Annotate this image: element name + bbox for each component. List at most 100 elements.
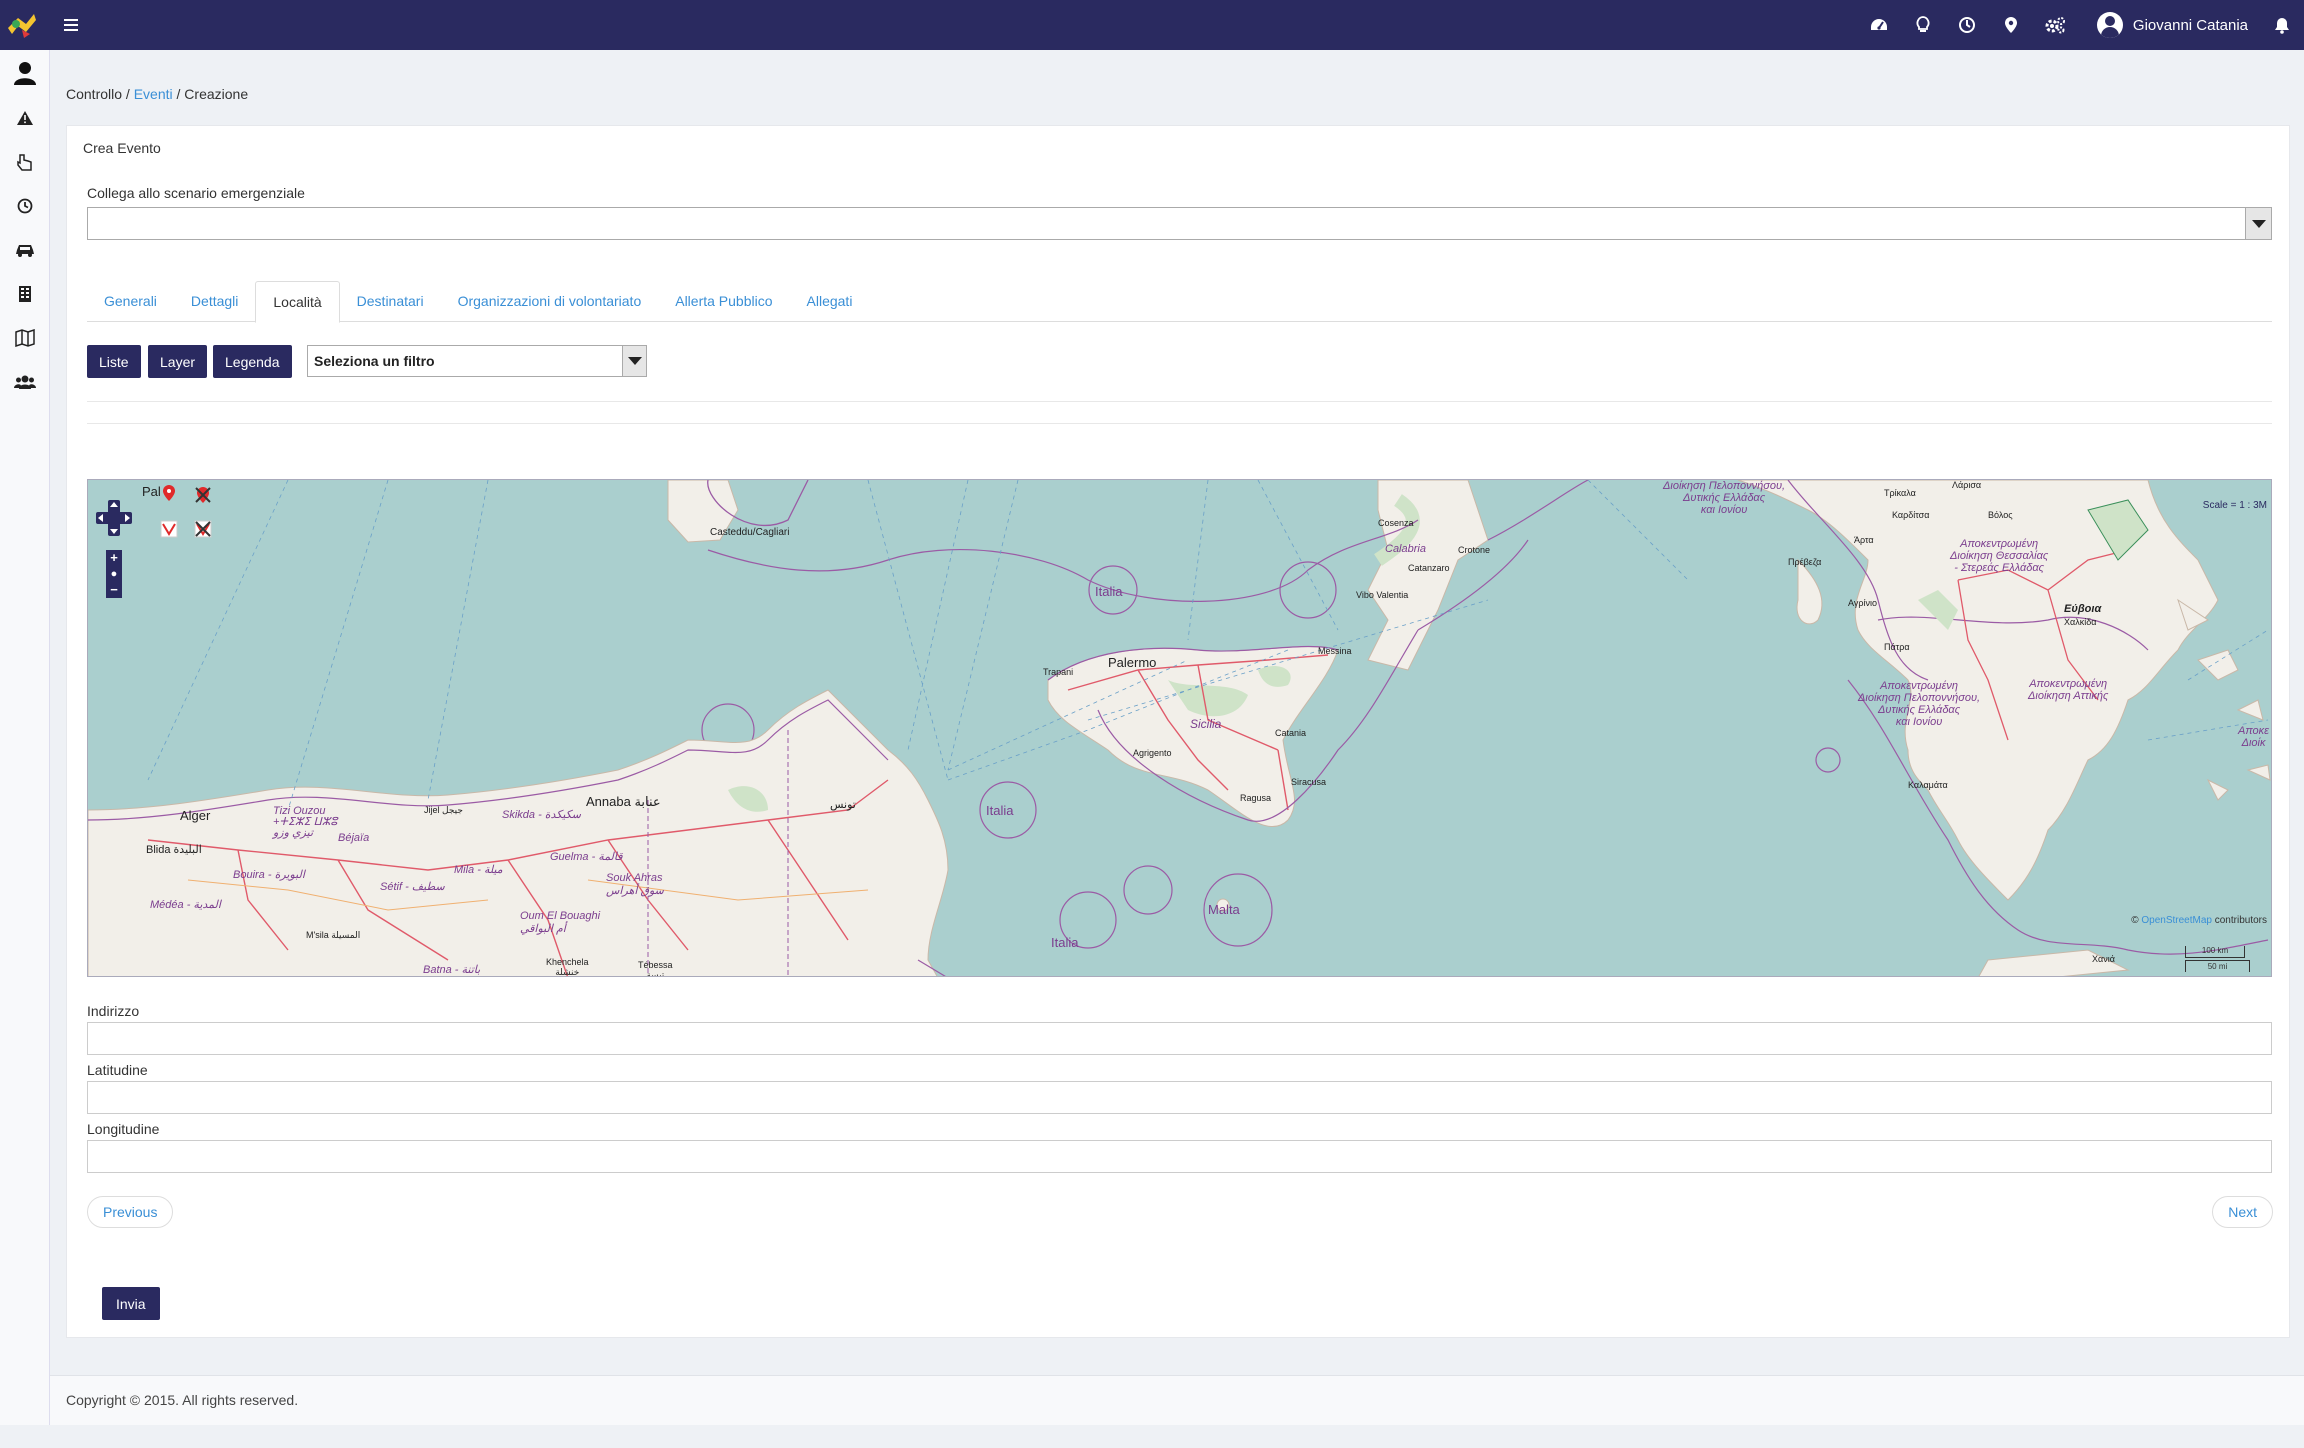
latitudine-label: Latitudine [87,1062,148,1078]
chevron-down-icon[interactable] [2245,208,2271,239]
map-label: Trapani [1043,667,1074,677]
map-label: Cosenza [1378,518,1414,528]
building-icon[interactable] [0,272,50,316]
map-label: Καρδίτσα [1892,510,1930,520]
map-label: Sétif - سطيف [380,881,445,893]
map-scale-text: Scale = 1 : 3M [2202,500,2267,511]
delete-pin-tool-icon[interactable] [194,486,212,504]
latitudine-input[interactable] [87,1081,2272,1114]
breadcrumb-sep: / [122,86,134,102]
cogs-icon[interactable] [2033,0,2077,50]
scenario-select[interactable] [87,207,2272,240]
map-view[interactable]: Pal Casteddu/Cagliari Italia Italia Ital… [87,479,2272,977]
map-marker-icon[interactable] [1989,0,2033,50]
map-label: Mila - ميلة [454,864,503,876]
map-label: Άρτα [1854,535,1874,545]
tab-dettagli[interactable]: Dettagli [174,281,255,322]
tab-destinatari[interactable]: Destinatari [340,281,441,322]
draw-polygon-tool-icon[interactable] [160,520,178,538]
map-label: Alger [180,808,211,823]
sidebar [0,50,50,1425]
longitudine-input[interactable] [87,1140,2272,1173]
app-logo[interactable] [0,0,44,50]
map-label: Souk Ahras سوق أهراس [606,872,664,897]
map-label: Annaba عنابة [586,794,661,809]
lightbulb-icon[interactable] [1901,0,1945,50]
legenda-button[interactable]: Legenda [213,345,292,378]
map-label: Italia [1095,584,1123,599]
map-label: Italia [1051,935,1079,950]
map-scale-bar: 100 km 50 mi [2185,946,2267,972]
map-label: Messina [1318,646,1352,656]
warning-icon[interactable] [0,96,50,140]
user-icon[interactable] [0,50,50,96]
pan-control[interactable] [96,500,132,536]
next-button[interactable]: Next [2212,1196,2273,1228]
filter-select[interactable]: Seleziona un filtro [307,345,647,377]
map-label: Catanzaro [1408,563,1450,573]
map-label: Πρέβεζα [1788,557,1822,567]
map-label: Guelma - قالمة [550,851,623,863]
zoom-in-button[interactable]: + [106,550,122,566]
tab-generali[interactable]: Generali [87,281,174,322]
map-label: Vibo Valentia [1356,590,1409,600]
chevron-down-icon[interactable] [622,346,646,376]
divider [87,423,2272,424]
breadcrumb-sep: / [172,86,185,102]
clock-icon[interactable] [0,184,50,228]
scale-km: 100 km [2185,946,2245,958]
map-label: Pal [142,484,161,499]
map-icon[interactable] [0,316,50,360]
breadcrumb: Controllo / Eventi / Creazione [66,86,248,102]
zoom-world-icon[interactable]: ● [106,566,122,582]
map-label: Αποκε Διοίκ [2238,725,2270,749]
indirizzo-label: Indirizzo [87,1003,140,1019]
breadcrumb-current: Creazione [184,86,249,102]
map-label: Catania [1275,728,1307,738]
map-label: Médéa - المدية [150,899,221,911]
scenario-label: Collega allo scenario emergenziale [87,185,305,201]
attribution-prefix: © [2131,915,2142,926]
indirizzo-input[interactable] [87,1022,2272,1055]
tab-localita[interactable]: Località [255,281,340,323]
map-label: Malta [1208,902,1240,917]
bell-icon[interactable] [2260,0,2304,50]
map-label: Καλαμάτα [1908,780,1948,790]
hand-pointer-icon[interactable] [0,140,50,184]
zoom-out-button[interactable]: − [106,582,122,598]
create-event-panel: Crea Evento Collega allo scenario emerge… [66,125,2290,1338]
map-label: Λάρισα [1952,480,1982,490]
menu-toggle-icon[interactable] [64,15,78,35]
map-label: Bouira - البويرة [233,869,305,881]
map-label: Αποκεντρωμένη Διοίκηση Πελοποννήσου, Δυτ… [1858,680,1981,728]
previous-button[interactable]: Previous [87,1196,174,1228]
user-menu[interactable]: Giovanni Catania [2077,12,2260,38]
submit-button[interactable]: Invia [102,1287,160,1320]
delete-polygon-tool-icon[interactable] [194,520,212,538]
map-label: Crotone [1458,545,1491,555]
openstreetmap-link[interactable]: OpenStreetMap [2141,915,2212,926]
breadcrumb-link-eventi[interactable]: Eventi [134,86,173,102]
top-navbar: Giovanni Catania [0,0,2304,50]
layer-button[interactable]: Layer [148,345,208,378]
liste-button[interactable]: Liste [87,345,141,378]
pan-arrows-icon [96,500,132,536]
car-icon[interactable] [0,228,50,272]
clock-icon[interactable] [1945,0,1989,50]
tab-organizzazioni[interactable]: Organizzazioni di volontariato [441,281,659,322]
dashboard-icon[interactable] [1857,0,1901,50]
map-label: Batna - باتنة [423,964,481,976]
map-label: Διοίκηση Πελοποννήσου, Δυτικής Ελλάδας κ… [1663,480,1786,516]
map-label: Χαλκίδα [2064,617,2097,627]
map-tiles [88,480,2271,976]
map-label: Ragusa [1240,793,1272,803]
users-icon[interactable] [0,360,50,404]
map-pin-tool-icon[interactable] [160,484,178,502]
map-label: Sicilia [1190,717,1222,731]
map-label: Αποκεντρωμένη Διοίκηση Αττικής [2028,678,2109,702]
tab-allerta-pubblico[interactable]: Allerta Pubblico [658,281,789,322]
longitudine-label: Longitudine [87,1121,160,1137]
map-label: Skikda - سكيكدة [502,809,582,821]
map-label: Siracusa [1291,777,1327,787]
tab-allegati[interactable]: Allegati [790,281,870,322]
